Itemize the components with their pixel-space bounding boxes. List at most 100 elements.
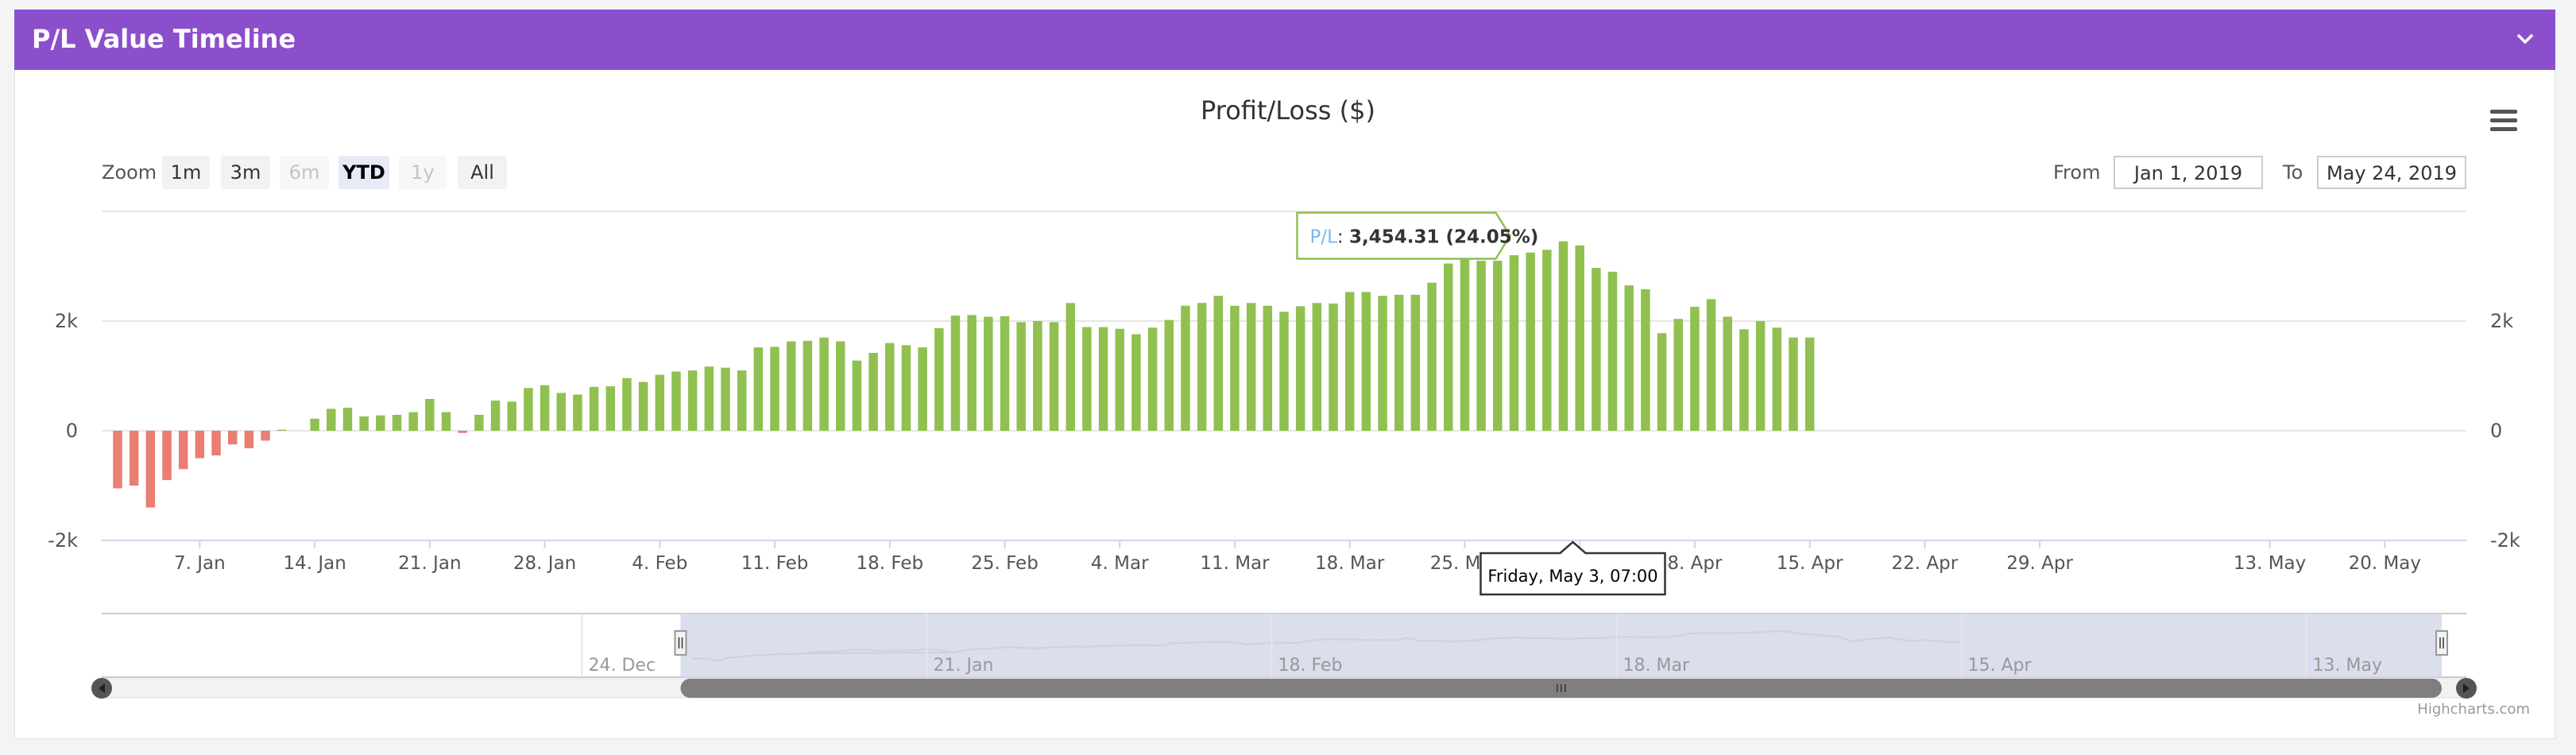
bar [1049, 322, 1059, 431]
bar [1181, 305, 1190, 431]
navigator-tick-label: 21. Jan [934, 656, 994, 676]
bar [1230, 305, 1240, 431]
bar [211, 431, 221, 456]
x-tick-label: 7. Jan [174, 553, 226, 574]
tooltip-separator: : [1337, 227, 1349, 248]
bar [1673, 319, 1683, 431]
y-tick-label-right: -2k [2490, 529, 2520, 552]
bar [1147, 327, 1158, 431]
bar [392, 414, 402, 431]
bar [1115, 328, 1124, 431]
bar [1476, 261, 1486, 431]
bar [277, 429, 287, 431]
bar [967, 315, 977, 431]
scroll-right-arrow-icon[interactable] [2456, 678, 2477, 699]
bar [1592, 268, 1601, 431]
bar [770, 347, 779, 431]
bar [1690, 307, 1700, 431]
tooltip-value: 3,454.31 (24.05%) [1349, 227, 1538, 248]
bar [1755, 321, 1766, 431]
bar [704, 366, 714, 431]
bar [474, 414, 484, 431]
credits-link[interactable]: Highcharts.com [2417, 701, 2530, 718]
bar [852, 360, 862, 431]
x-tick-label: 21. Jan [398, 553, 461, 574]
bar [490, 401, 501, 431]
x-tick-label: 11. Mar [1200, 553, 1270, 574]
navigator-tick-label: 18. Feb [1278, 656, 1343, 676]
bar [376, 415, 385, 431]
navigator-handle-left[interactable] [674, 630, 687, 656]
tooltip: P/L: 3,454.31 (24.05%) [1296, 211, 1538, 260]
bar [753, 347, 764, 431]
bar [671, 371, 681, 431]
bar [327, 408, 336, 431]
bar [145, 431, 156, 508]
handle-body [674, 630, 687, 656]
navigator-tick-label: 18. Mar [1623, 656, 1690, 676]
bar [573, 394, 582, 431]
bar [984, 316, 993, 431]
bar [737, 370, 747, 431]
bar [589, 386, 599, 431]
bar [507, 401, 516, 431]
bar [1575, 245, 1584, 431]
x-tick-label: 20. May [2349, 553, 2421, 574]
bar [819, 337, 829, 431]
bar [1098, 327, 1108, 431]
bar [556, 393, 566, 431]
x-tick-label: 4. Feb [632, 553, 687, 574]
bar [1789, 337, 1798, 431]
bar [408, 412, 418, 431]
bar [244, 431, 254, 449]
navigator-tick-label: 15. Apr [1968, 656, 2033, 676]
navigator-tick-label: 13. May [2313, 656, 2382, 676]
bar [1410, 294, 1421, 431]
bar [638, 381, 648, 431]
bar [1444, 263, 1453, 431]
bar [1361, 292, 1371, 431]
bar [129, 431, 139, 486]
bar [1312, 303, 1322, 431]
bar [1739, 329, 1749, 431]
y-tick-label-left: 2k [55, 310, 78, 332]
x-tick-label: 18. Mar [1315, 553, 1385, 574]
bar [261, 431, 270, 441]
bar [1493, 261, 1503, 431]
tooltip-text: P/L: 3,454.31 (24.05%) [1309, 227, 1538, 248]
bar [1279, 312, 1289, 431]
bar [1427, 282, 1437, 431]
x-tick-label: 22. Apr [1892, 553, 1959, 574]
bar [540, 385, 550, 431]
bar [441, 412, 451, 431]
navigator-tick-label: 24. Dec [589, 656, 656, 676]
bar [1706, 299, 1716, 431]
x-tick-label: 13. May [2234, 553, 2306, 574]
x-tick-label: 18. Feb [856, 553, 923, 574]
bar [1641, 288, 1650, 431]
bar [918, 347, 927, 431]
tooltip-series-name: P/L [1309, 227, 1337, 248]
crosshair-date-text: Friday, May 3, 07:00 [1487, 567, 1657, 586]
x-tick-label: 11. Feb [741, 553, 809, 574]
bar [458, 431, 467, 433]
scroll-left-arrow-icon[interactable] [91, 678, 112, 699]
crosshair-date-label: Friday, May 3, 07:00 [1479, 540, 1666, 596]
bar [524, 388, 533, 431]
bar [1164, 319, 1174, 431]
bar [803, 340, 813, 431]
bar [605, 386, 616, 431]
bar [1082, 327, 1092, 431]
bar [195, 431, 205, 459]
y-tick-label-right: 0 [2490, 420, 2502, 442]
navigator-handle-right[interactable] [2435, 630, 2448, 656]
bar [1000, 316, 1010, 431]
bar [1509, 255, 1519, 431]
y-tick-label-left: 0 [66, 420, 78, 442]
bar [1197, 303, 1207, 431]
bar [1246, 303, 1256, 431]
bar [1263, 305, 1273, 431]
bar-series [113, 241, 1815, 508]
bar [1772, 327, 1782, 431]
bar [786, 341, 796, 431]
